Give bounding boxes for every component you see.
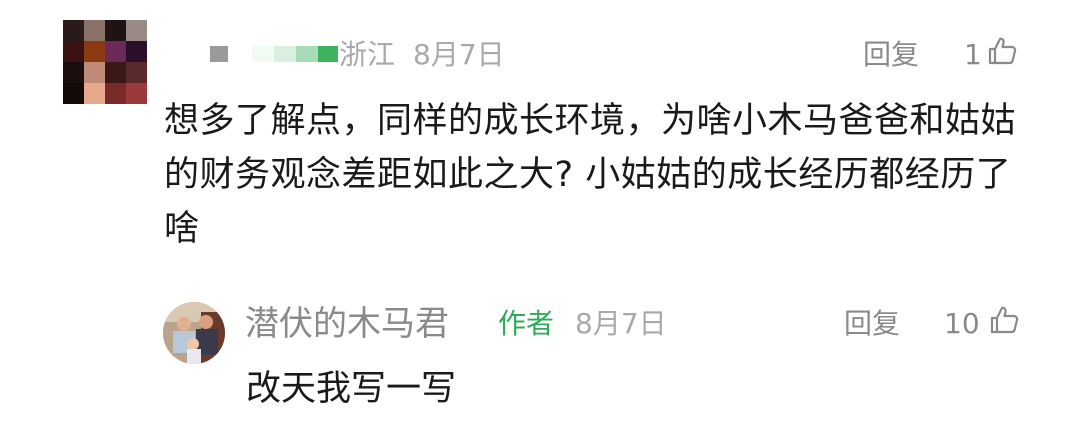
reply-button[interactable]: 回复 (863, 41, 919, 69)
like-count: 10 (944, 307, 980, 340)
comment-item: 浙江 8月7日 回复 1 想多了解点，同样的成长环境，为啥小木马爸爸和姑姑的财务… (0, 0, 1080, 424)
location-label: 浙江 (339, 38, 396, 71)
thumbs-up-icon[interactable] (988, 304, 1020, 336)
thumbs-up-icon[interactable] (986, 35, 1018, 67)
reply-text: 改天我写一写 (246, 369, 457, 409)
pixelated-avatar-icon[interactable] (63, 20, 147, 104)
username-redacted (210, 44, 338, 64)
reply-button[interactable]: 回复 (844, 310, 900, 338)
comment-text: 想多了解点，同样的成长环境，为啥小木马爸爸和姑姑的财务观念差距如此之大? 小姑姑… (164, 101, 1017, 249)
reply-date: 8月7日 (575, 307, 667, 340)
comment-date: 8月7日 (413, 38, 505, 71)
family-photo-avatar-icon[interactable] (163, 302, 225, 364)
like-count: 1 (964, 38, 982, 71)
author-badge: 作者 (498, 307, 555, 340)
reply-username[interactable]: 潜伏的木马君 (245, 304, 449, 344)
